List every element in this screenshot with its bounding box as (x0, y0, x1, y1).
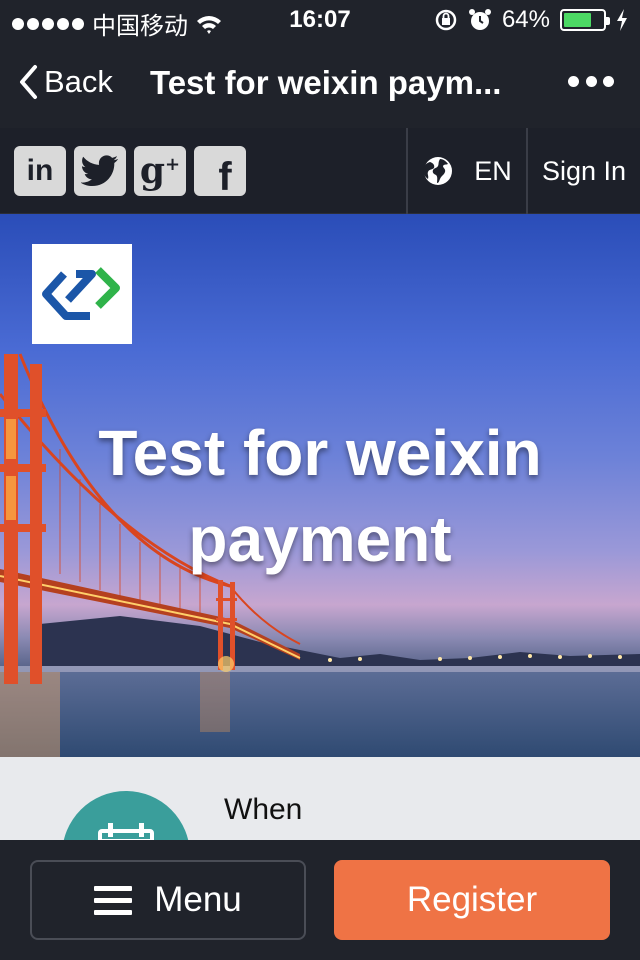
site-header: in g+ f EN Sign In (0, 128, 640, 214)
battery-level (564, 13, 591, 27)
navigation-bar: Back Test for weixin paym... (0, 40, 640, 128)
twitter-button[interactable] (74, 146, 126, 196)
more-options-button[interactable] (568, 66, 614, 96)
language-selector[interactable]: EN (406, 128, 526, 214)
alarm-icon (468, 9, 491, 30)
when-label: When (224, 793, 303, 826)
event-logo (32, 244, 132, 344)
calendar-icon (98, 823, 154, 840)
menu-button[interactable]: Menu (30, 860, 306, 940)
twitter-icon (81, 155, 119, 186)
logo-icon (42, 267, 120, 320)
language-label: EN (474, 155, 512, 186)
status-bar: 中国移动 16:07 64% (0, 0, 640, 40)
status-right: 64% (434, 6, 628, 34)
rotation-lock-icon (435, 9, 457, 31)
linkedin-icon: in (26, 154, 54, 187)
sign-in-link[interactable]: Sign In (526, 128, 640, 214)
event-details-section: When (0, 757, 640, 840)
more-dot-icon (603, 75, 614, 87)
battery-percent: 64% (501, 6, 550, 33)
app-screen: 中国移动 16:07 64% Back Test for weixin paym… (0, 0, 640, 960)
battery-icon (560, 9, 610, 31)
google-plus-icon: g+ (139, 150, 181, 192)
hero-title: Test for weixin payment (98, 417, 542, 575)
back-label: Back (44, 64, 113, 99)
back-button[interactable]: Back (18, 64, 113, 100)
google-plus-button[interactable]: g+ (134, 146, 186, 196)
chevron-left-icon (20, 65, 37, 99)
hero-banner: Test for weixin payment (0, 214, 640, 757)
menu-label: Menu (154, 880, 242, 919)
more-dot-icon (585, 75, 597, 87)
hamburger-icon (94, 885, 133, 915)
bottom-action-bar: Menu Register (0, 840, 640, 960)
facebook-icon: f (218, 155, 232, 199)
globe-icon (423, 157, 453, 185)
social-links: in g+ f (14, 146, 246, 199)
site-header-actions: EN Sign In (406, 128, 640, 214)
register-button[interactable]: Register (334, 860, 610, 940)
page-title: Test for weixin paym... (150, 64, 502, 101)
facebook-button[interactable]: f (194, 146, 246, 199)
charging-bolt-icon (617, 9, 627, 31)
linkedin-button[interactable]: in (14, 146, 66, 196)
more-dot-icon (568, 75, 579, 87)
